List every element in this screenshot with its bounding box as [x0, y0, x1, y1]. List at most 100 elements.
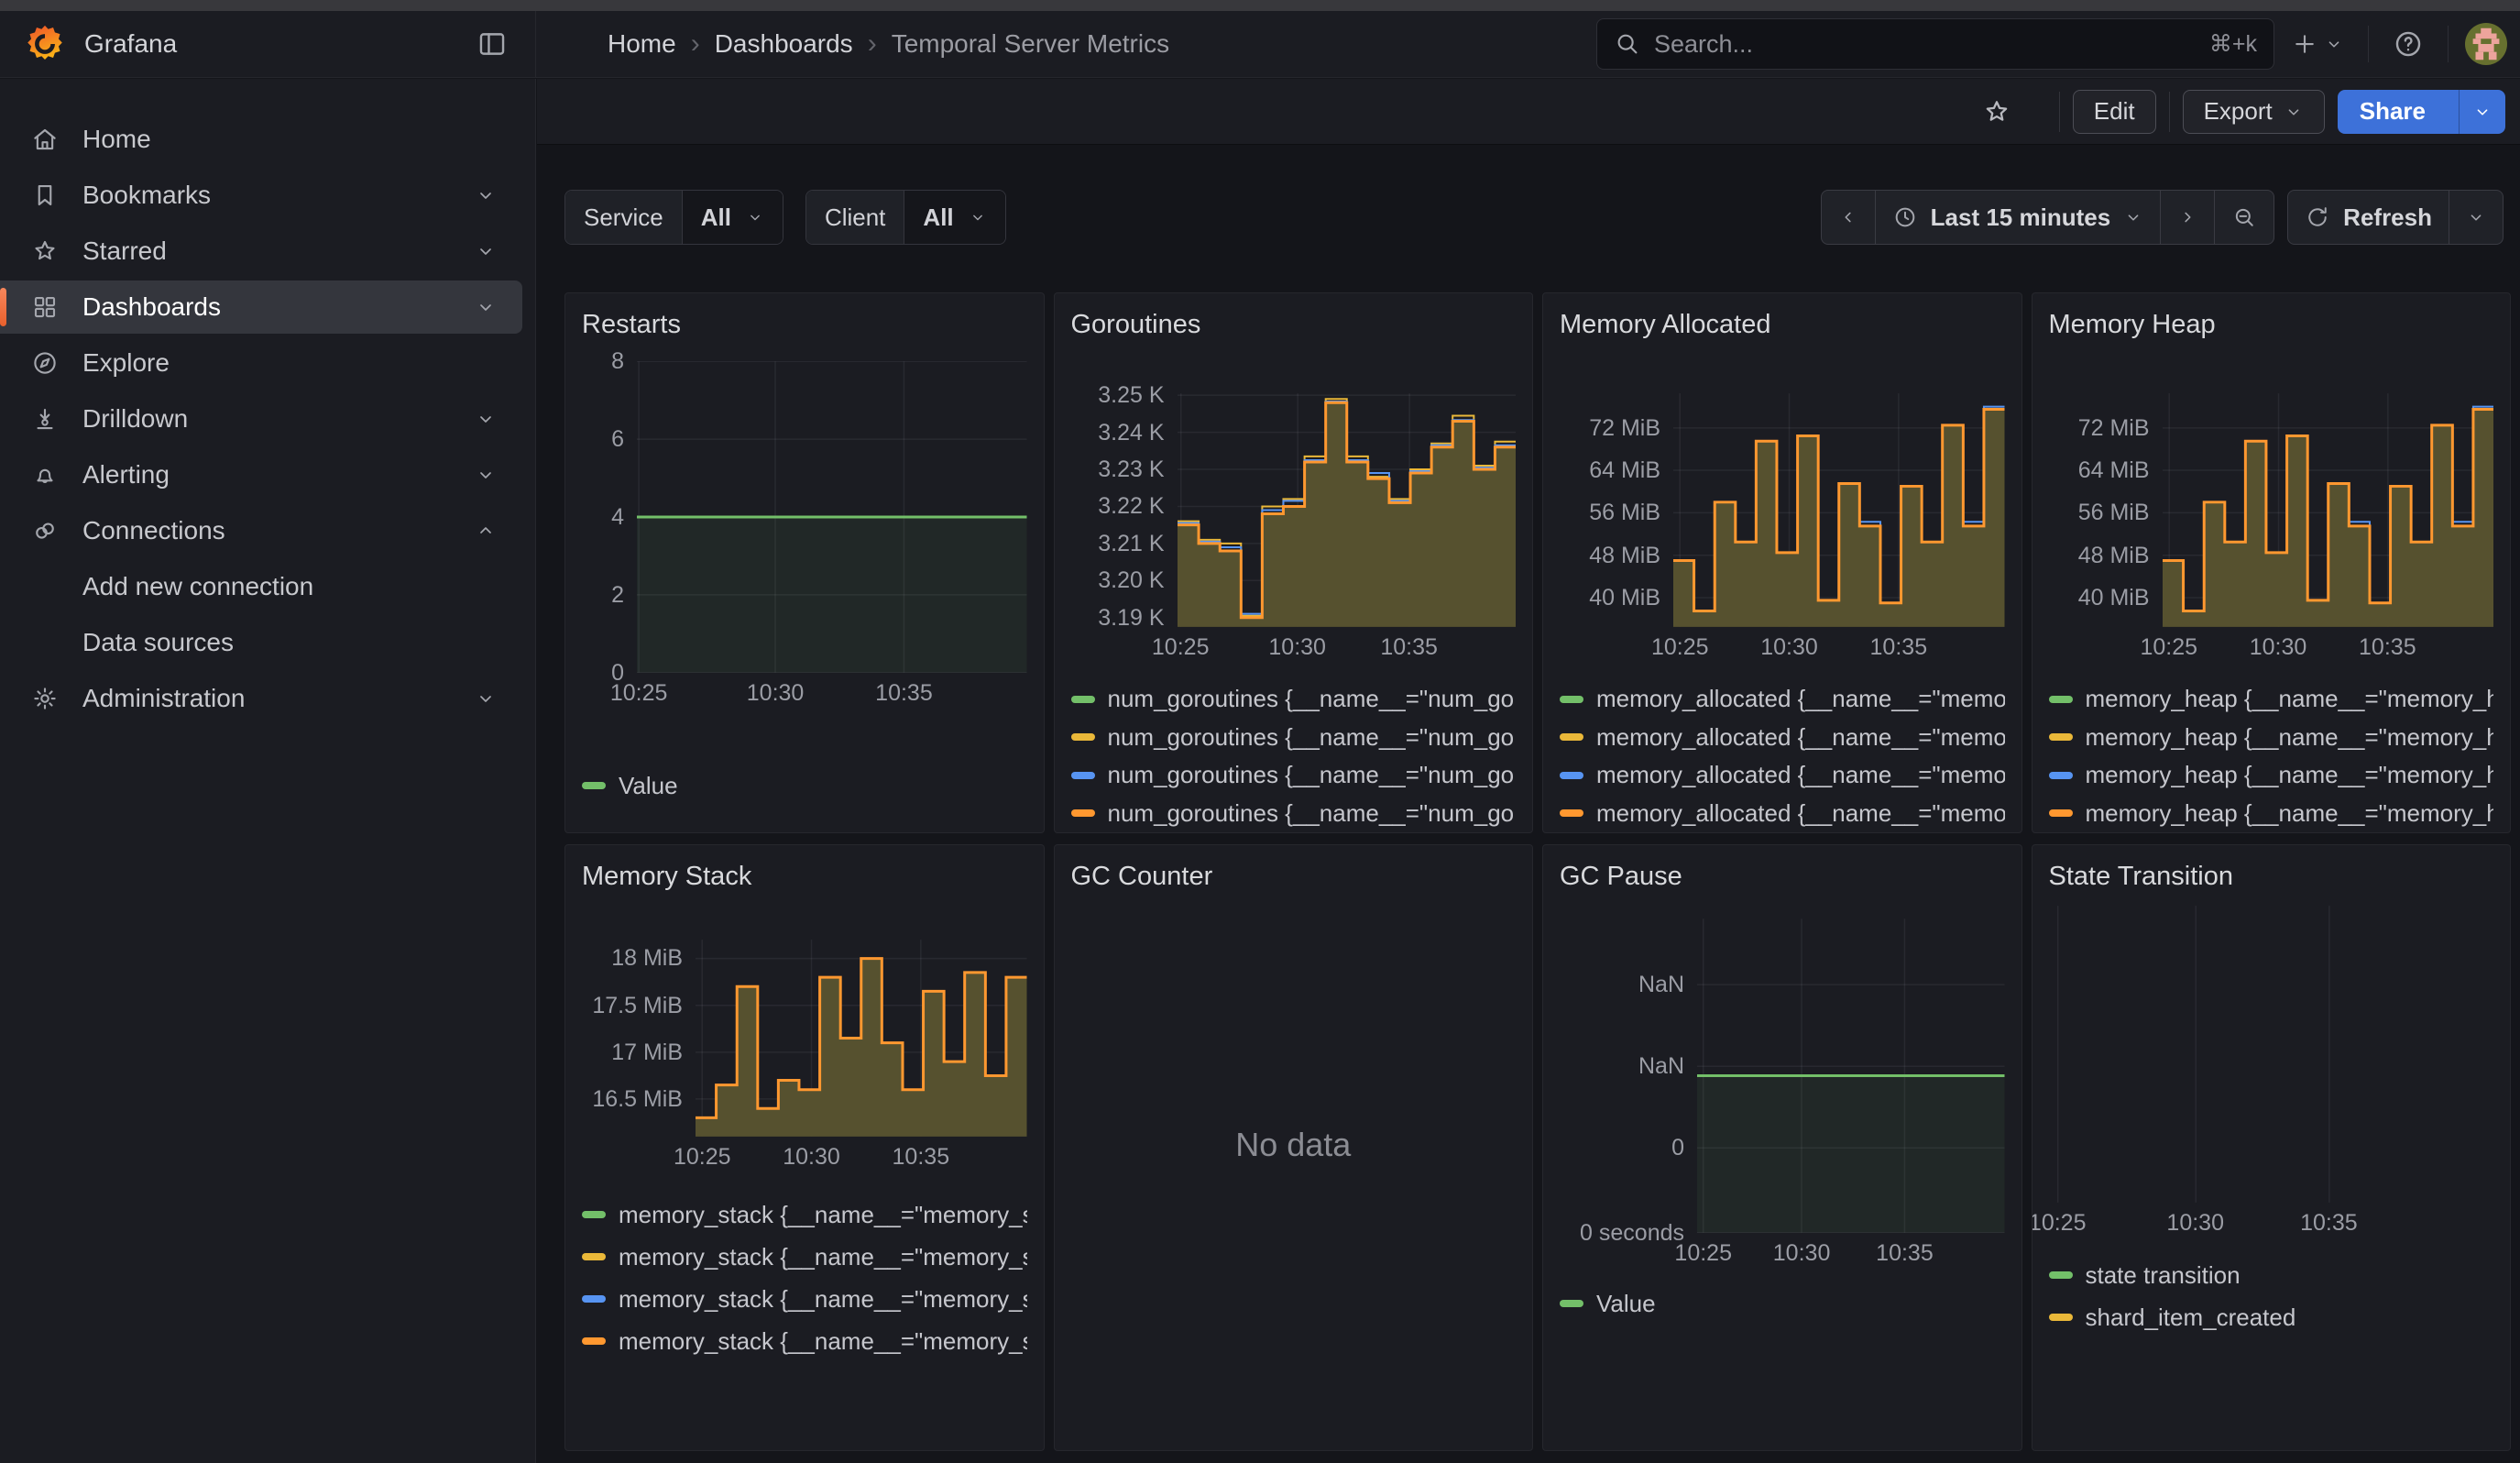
chart-area: 0 seconds0NaNNaN — [1560, 918, 2005, 1233]
sidebar-item-administration[interactable]: Administration — [0, 672, 522, 725]
x-tick-label: 10:25 — [674, 1144, 731, 1171]
divider — [2169, 92, 2170, 132]
x-tick-label: 10:35 — [1870, 634, 1928, 661]
legend-label: memory_allocated {__name__="memo — [1596, 685, 2005, 713]
legend-item[interactable]: num_goroutines {__name__="num_go — [1071, 719, 1517, 757]
sidebar-item-connections[interactable]: Connections — [0, 504, 522, 557]
refresh-button[interactable]: Refresh — [2287, 190, 2449, 245]
service-filter-value[interactable]: All — [682, 191, 783, 244]
panel-title[interactable]: Memory Allocated — [1560, 306, 2005, 343]
panel-title[interactable]: Goroutines — [1071, 306, 1517, 343]
refresh-controls: Refresh — [2287, 190, 2504, 245]
legend-item[interactable]: num_goroutines {__name__="num_go — [1071, 756, 1517, 795]
time-shift-back-button[interactable] — [1821, 190, 1876, 245]
y-tick-label: 8 — [611, 348, 624, 375]
chevron-down-icon[interactable] — [475, 688, 497, 710]
chevron-left-icon — [1838, 207, 1858, 227]
zoom-out-button[interactable] — [2215, 190, 2274, 245]
chevron-down-icon[interactable] — [475, 408, 497, 430]
legend-item[interactable]: memory_stack {__name__="memory_s — [582, 1194, 1027, 1236]
chart-plot[interactable] — [2049, 906, 2494, 1203]
compass-icon — [27, 349, 62, 377]
y-tick-label: 3.25 K — [1098, 382, 1164, 409]
x-axis: 10:2510:3010:35 — [696, 1137, 1027, 1168]
chevron-down-icon[interactable] — [475, 184, 497, 206]
legend-item[interactable]: memory_stack {__name__="memory_s — [582, 1278, 1027, 1320]
sidebar-item-bookmarks[interactable]: Bookmarks — [0, 169, 522, 222]
edit-button[interactable]: Edit — [2073, 90, 2156, 134]
y-tick-label: 72 MiB — [1589, 415, 1660, 442]
legend-item[interactable]: memory_allocated {__name__="memo — [1560, 756, 2005, 795]
panel-title[interactable]: State Transition — [2049, 858, 2494, 895]
legend-item[interactable]: memory_allocated {__name__="memo — [1560, 795, 2005, 833]
chart-area: 40 MiB48 MiB56 MiB64 MiB72 MiB — [1560, 393, 2005, 627]
sidebar-item-drilldown[interactable]: Drilldown — [0, 392, 522, 446]
y-tick-label: 16.5 MiB — [592, 1086, 683, 1113]
sidebar-item-explore[interactable]: Explore — [0, 336, 522, 390]
breadcrumb-home[interactable]: Home — [608, 29, 676, 59]
x-tick-label: 10:30 — [1760, 634, 1818, 661]
legend-item[interactable]: state transition — [2049, 1254, 2494, 1296]
chevron-up-icon[interactable] — [475, 520, 497, 542]
dock-menu-icon[interactable] — [477, 28, 508, 60]
user-avatar[interactable] — [2465, 23, 2507, 65]
sidebar-item-home[interactable]: Home — [0, 113, 522, 166]
share-menu-button[interactable] — [2459, 90, 2505, 134]
panel-title[interactable]: GC Pause — [1560, 858, 2005, 895]
favorite-star-icon[interactable] — [1975, 90, 2019, 134]
legend-dash-icon — [2049, 1314, 2073, 1321]
panel-title[interactable]: Memory Stack — [582, 858, 1027, 895]
legend-item[interactable]: memory_heap {__name__="memory_h — [2049, 795, 2494, 833]
legend-item[interactable]: num_goroutines {__name__="num_go — [1071, 680, 1517, 719]
sidebar-item-add-new-connection[interactable]: Add new connection — [0, 560, 522, 613]
chevron-down-icon[interactable] — [475, 464, 497, 486]
help-button[interactable] — [2385, 21, 2431, 67]
legend-item[interactable]: Value — [1560, 1282, 2005, 1325]
legend-item[interactable]: memory_heap {__name__="memory_h — [2049, 719, 2494, 757]
export-button[interactable]: Export — [2183, 90, 2325, 134]
time-range-picker[interactable]: Last 15 minutes — [1876, 190, 2162, 245]
legend-item[interactable]: memory_stack {__name__="memory_s — [582, 1320, 1027, 1362]
chart-plot[interactable] — [1697, 918, 2005, 1233]
chart-plot[interactable] — [1178, 393, 1517, 627]
legend-label: shard_item_created — [2086, 1304, 2296, 1332]
legend-item[interactable]: memory_stack {__name__="memory_s — [582, 1236, 1027, 1278]
sidebar-item-alerting[interactable]: Alerting — [0, 448, 522, 501]
grafana-logo-icon[interactable] — [24, 23, 66, 65]
client-filter-value[interactable]: All — [904, 191, 1004, 244]
breadcrumb-dashboards[interactable]: Dashboards — [715, 29, 853, 59]
chart-area: 16.5 MiB17 MiB17.5 MiB18 MiB — [582, 940, 1027, 1137]
share-button[interactable]: Share — [2338, 90, 2448, 134]
panel-state-transition: State Transition 10:2510:3010:35state tr… — [2032, 844, 2512, 1451]
breadcrumb-separator: › — [868, 28, 877, 60]
sidebar-item-data-sources[interactable]: Data sources — [0, 616, 522, 669]
chart-plot[interactable] — [696, 940, 1027, 1137]
add-new-button[interactable] — [2284, 23, 2351, 65]
chevron-down-icon[interactable] — [475, 240, 497, 262]
search-box[interactable]: ⌘+k — [1596, 18, 2274, 70]
refresh-interval-button[interactable] — [2449, 190, 2504, 245]
panel-title[interactable]: Memory Heap — [2049, 306, 2494, 343]
chart-area: 40 MiB48 MiB56 MiB64 MiB72 MiB — [2049, 393, 2494, 627]
legend-item[interactable]: memory_heap {__name__="memory_h — [2049, 756, 2494, 795]
legend-item[interactable]: num_goroutines {__name__="num_go — [1071, 795, 1517, 833]
panel-title[interactable]: Restarts — [582, 306, 1027, 343]
chart-plot[interactable] — [1673, 393, 2005, 627]
time-shift-forward-button[interactable] — [2161, 190, 2215, 245]
chart-plot[interactable] — [637, 361, 1027, 673]
legend-item[interactable]: shard_item_created — [2049, 1296, 2494, 1338]
search-input[interactable] — [1654, 30, 2197, 59]
legend-item[interactable]: memory_heap {__name__="memory_h — [2049, 680, 2494, 719]
y-tick-label: 2 — [611, 582, 624, 609]
y-axis: 40 MiB48 MiB56 MiB64 MiB72 MiB — [1560, 393, 1673, 627]
sidebar-item-starred[interactable]: Starred — [0, 225, 522, 278]
legend-item[interactable]: memory_allocated {__name__="memo — [1560, 680, 2005, 719]
legend-dash-icon — [1560, 696, 1583, 703]
legend-item[interactable]: Value — [582, 764, 1027, 807]
chart-plot[interactable] — [2163, 393, 2494, 627]
chevron-down-icon[interactable] — [475, 296, 497, 318]
sidebar-item-dashboards[interactable]: Dashboards — [0, 280, 522, 334]
panel-title[interactable]: GC Counter — [1071, 858, 1517, 895]
panel-memory-stack: Memory Stack 16.5 MiB17 MiB17.5 MiB18 Mi… — [564, 844, 1045, 1451]
legend-item[interactable]: memory_allocated {__name__="memo — [1560, 719, 2005, 757]
